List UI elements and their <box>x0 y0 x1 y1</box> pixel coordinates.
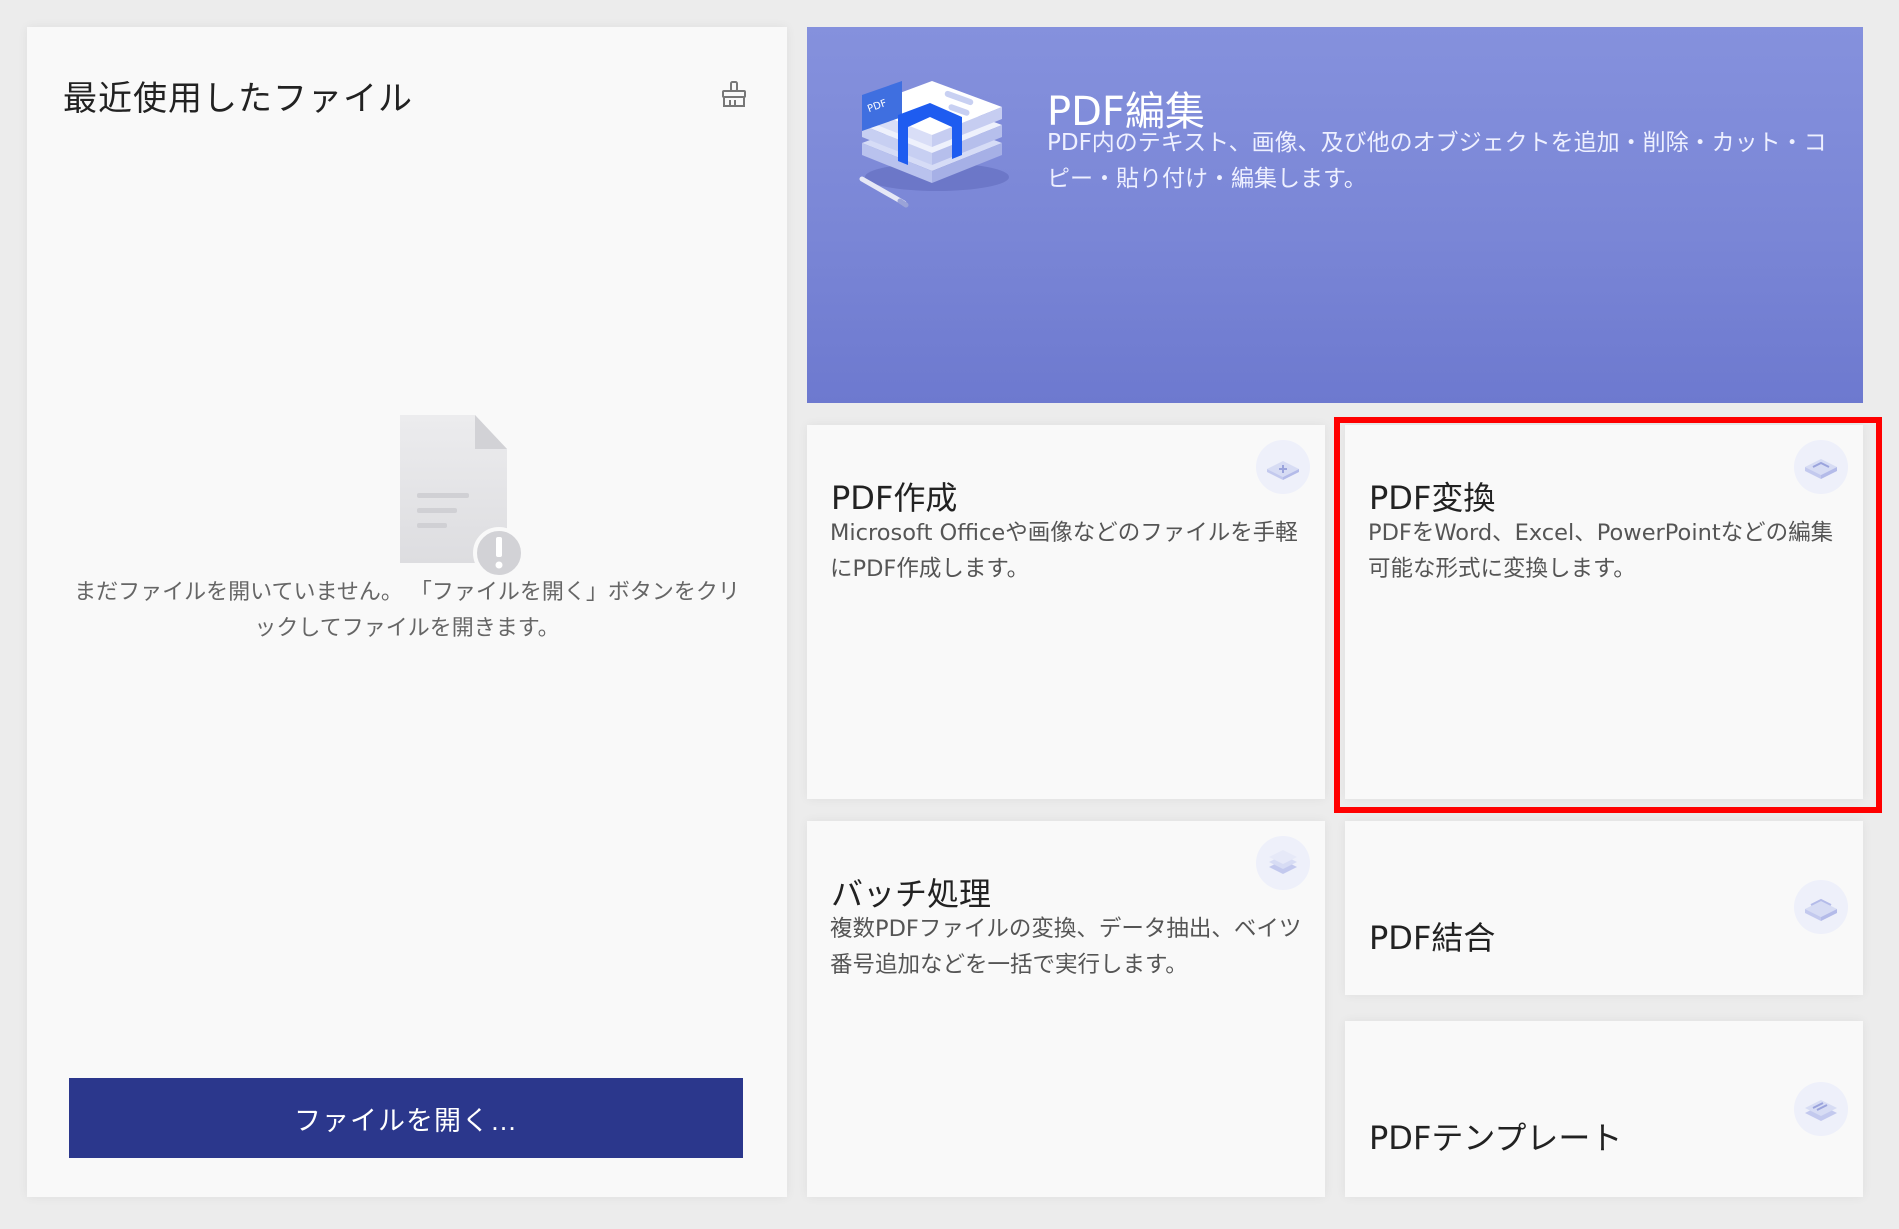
batch-process-card[interactable]: バッチ処理 複数PDFファイルの変換、データ抽出、ベイツ番号追加などを一括で実行… <box>807 821 1325 1197</box>
home-screen: 最近使用したファイル まだファイルを開いていません。 「ファイルを開く」ボタンを… <box>0 0 1899 1229</box>
pdf-convert-card[interactable]: PDF変換 PDFをWord、Excel、PowerPointなどの編集可能な形… <box>1345 425 1863 799</box>
pdf-edit-illustration: PDF <box>859 81 1009 208</box>
pdf-create-description: Microsoft Officeや画像などのファイルを手軽にPDF作成します。 <box>830 520 1298 582</box>
pdf-create-title: PDF作成 <box>831 479 958 517</box>
batch-process-title: バッチ処理 <box>831 875 992 913</box>
pdf-convert-icon <box>1794 440 1848 494</box>
empty-message: まだファイルを開いていません。 「ファイルを開く」ボタンをクリックしてファイルを… <box>74 580 740 641</box>
batch-process-icon <box>1256 836 1310 890</box>
pdf-edit-description: PDF内のテキスト、画像、及び他のオブジェクトを追加・削除・カット・コピー・貼り… <box>1047 130 1827 192</box>
pdf-edit-card[interactable]: PDF PDF編集 PDF内のテキスト、画像、及び他のオブジェクトを追加・削除・… <box>807 27 1863 403</box>
pdf-combine-card[interactable]: PDF結合 <box>1345 821 1863 995</box>
pdf-combine-title: PDF結合 <box>1369 919 1496 957</box>
broom-icon[interactable] <box>719 79 749 109</box>
empty-document-warning-icon <box>400 415 525 579</box>
pdf-convert-description: PDFをWord、Excel、PowerPointなどの編集可能な形式に変換しま… <box>1368 520 1834 582</box>
pdf-template-icon <box>1794 1082 1848 1136</box>
open-file-button[interactable]: ファイルを開く… <box>69 1078 743 1158</box>
pdf-template-title: PDFテンプレート <box>1369 1119 1623 1157</box>
pdf-create-icon <box>1256 440 1310 494</box>
pdf-combine-icon <box>1794 880 1848 934</box>
recent-files-panel: 最近使用したファイル まだファイルを開いていません。 「ファイルを開く」ボタンを… <box>27 27 787 1197</box>
batch-process-description: 複数PDFファイルの変換、データ抽出、ベイツ番号追加などを一括で実行します。 <box>830 916 1302 978</box>
pdf-template-card[interactable]: PDFテンプレート <box>1345 1021 1863 1197</box>
pdf-convert-title: PDF変換 <box>1369 479 1496 517</box>
pdf-create-card[interactable]: PDF作成 Microsoft Officeや画像などのファイルを手軽にPDF作… <box>807 425 1325 799</box>
recent-files-title: 最近使用したファイル <box>63 79 413 119</box>
